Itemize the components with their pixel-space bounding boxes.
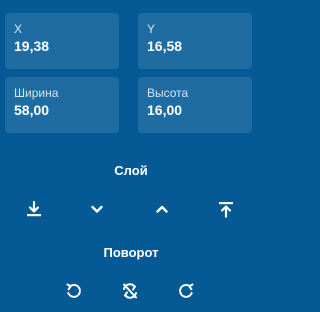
rotate-left-button[interactable] (62, 279, 86, 303)
bring-forward-button[interactable] (150, 197, 174, 221)
flip-button[interactable] (118, 279, 142, 303)
width-field[interactable]: Ширина 58,00 (5, 77, 119, 133)
y-value[interactable]: 16,58 (147, 38, 244, 55)
height-field[interactable]: Высота 16,00 (138, 77, 252, 133)
send-to-back-button[interactable] (22, 197, 46, 221)
y-label: Y (147, 22, 156, 36)
rotate-right-icon (179, 283, 194, 298)
height-label: Высота (147, 86, 189, 100)
x-field[interactable]: X 19,38 (5, 13, 119, 69)
rotate-left-icon (66, 283, 81, 298)
bring-to-front-button[interactable] (214, 197, 238, 221)
x-value[interactable]: 19,38 (14, 38, 111, 55)
properties-panel: X 19,38 Y 16,58 Ширина 58,00 Высота 16,0… (0, 0, 262, 312)
chevron-down-icon (91, 205, 103, 213)
y-field[interactable]: Y 16,58 (138, 13, 252, 69)
width-value[interactable]: 58,00 (14, 102, 111, 119)
bring-to-front-icon (219, 202, 233, 218)
send-to-back-icon (27, 200, 41, 217)
rotate-right-button[interactable] (174, 279, 198, 303)
chevron-up-icon (156, 205, 168, 213)
send-backward-button[interactable] (85, 197, 109, 221)
height-value[interactable]: 16,00 (147, 102, 244, 119)
width-label: Ширина (14, 86, 59, 100)
x-label: X (14, 22, 23, 36)
layer-section-title: Слой (114, 163, 148, 178)
flip-icon (123, 283, 137, 299)
rotation-section-title: Поворот (103, 245, 159, 260)
